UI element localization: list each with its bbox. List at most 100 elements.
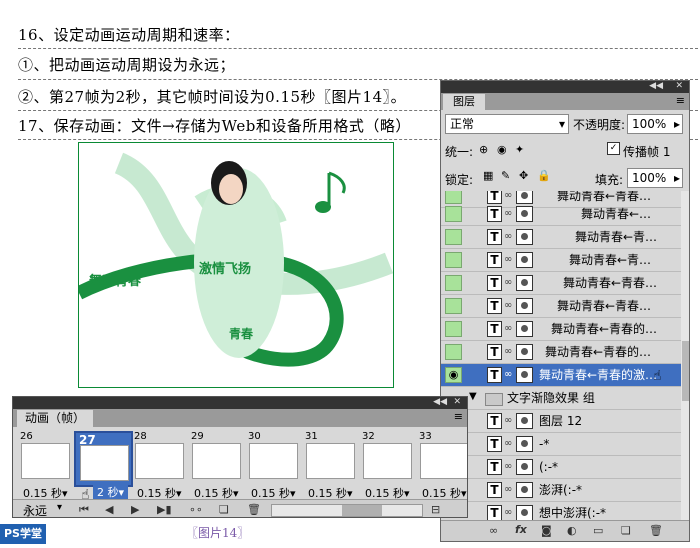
frames-scrollbar[interactable]: [271, 504, 423, 517]
fill-input[interactable]: 100% ▸: [627, 168, 683, 188]
animation-frame[interactable]: 31: [302, 431, 357, 483]
unify-position-icon[interactable]: ⊕: [479, 143, 488, 156]
layers-panel: ◀◀ ✕ 图层 ≡ 正常 ▾ 不透明度: 100% ▸ 统一: ⊕ ◉ ✦ ✓ …: [440, 80, 690, 542]
blend-mode-select[interactable]: 正常 ▾: [445, 114, 569, 134]
lock-move-icon[interactable]: ✥: [519, 169, 528, 182]
close-icon[interactable]: ✕: [675, 81, 683, 91]
animation-frame[interactable]: 29: [188, 431, 243, 483]
animation-frame[interactable]: 33: [416, 431, 467, 483]
layer-row[interactable]: T ∞ 舞动青春←青…: [441, 226, 689, 249]
animation-frame[interactable]: 30: [245, 431, 300, 483]
frame-delay-selected[interactable]: 2 秒▾: [93, 484, 129, 500]
play-icon[interactable]: ▶: [131, 503, 139, 516]
layer-style-icon: [516, 298, 533, 314]
layer-row[interactable]: T ∞ 舞动青春←青春…: [441, 272, 689, 295]
opacity-input[interactable]: 100% ▸: [627, 114, 683, 134]
layer-row[interactable]: T ∞ -*: [441, 433, 689, 456]
animation-frame[interactable]: 28: [131, 431, 186, 483]
layer-style-icon: [516, 482, 533, 498]
new-layer-icon[interactable]: ❏: [621, 524, 631, 537]
panel-menu-icon[interactable]: ≡: [454, 410, 463, 423]
layer-group-row[interactable]: ▼ 文字渐隐效果 组: [441, 387, 689, 410]
layer-name: 想中澎湃(:-*: [539, 506, 607, 520]
chevron-right-icon: ▸: [673, 171, 680, 185]
lock-transparent-icon[interactable]: ▦: [483, 169, 493, 182]
propagate-label: 传播帧 1: [623, 145, 671, 159]
frame-number: 33: [419, 431, 432, 442]
timeline-toggle-icon[interactable]: ⊟: [431, 503, 440, 516]
trash-icon[interactable]: 🗑: [247, 503, 261, 516]
duplicate-frame-icon[interactable]: ❏: [219, 503, 229, 516]
previous-frame-icon[interactable]: ◀: [105, 503, 113, 516]
unify-style-icon[interactable]: ✦: [515, 143, 524, 156]
layer-row[interactable]: T ∞ 舞动青春←青春的…: [441, 341, 689, 364]
animation-frame[interactable]: 32: [359, 431, 414, 483]
visibility-toggle[interactable]: [445, 344, 462, 360]
new-group-icon[interactable]: ▭: [593, 524, 603, 537]
visibility-toggle[interactable]: [445, 252, 462, 268]
visibility-toggle[interactable]: [445, 275, 462, 291]
visibility-toggle[interactable]: [445, 321, 462, 337]
layer-style-icon: [516, 413, 533, 429]
text-layer-icon: T: [487, 436, 502, 452]
panel-titlebar[interactable]: ◀◀ ✕: [441, 81, 689, 93]
layer-row[interactable]: T ∞ 舞动青春←青…: [441, 249, 689, 272]
blend-mode-value: 正常: [450, 117, 475, 131]
panel-titlebar[interactable]: ◀◀ ✕: [13, 397, 467, 409]
layer-row[interactable]: T ∞ 澎湃(:-*: [441, 479, 689, 502]
link-icon: ∞: [504, 369, 513, 380]
layer-row-selected[interactable]: ◉ T ∞ 舞动青春←青春的激… ☝: [441, 364, 689, 387]
panel-menu-icon[interactable]: ≡: [676, 94, 685, 107]
next-frame-icon[interactable]: ▶▮: [157, 503, 172, 516]
text-layer-icon: T: [487, 206, 502, 222]
layer-row[interactable]: T ∞ 舞动青春←…: [441, 203, 689, 226]
tab-layers[interactable]: 图层: [443, 94, 485, 110]
layer-scrollbar[interactable]: [681, 191, 689, 521]
eye-icon[interactable]: ◉: [445, 367, 462, 383]
animation-frame[interactable]: 26: [17, 431, 72, 483]
close-icon[interactable]: ✕: [453, 397, 461, 407]
tab-animation-frames[interactable]: 动画（帧）: [17, 410, 94, 427]
lock-brush-icon[interactable]: ✎: [501, 169, 510, 182]
lock-all-icon[interactable]: 🔒: [537, 169, 551, 182]
collapse-icon[interactable]: ◀◀: [649, 81, 663, 91]
link-icon: ∞: [504, 277, 513, 288]
tween-icon[interactable]: ∘∘: [189, 503, 203, 516]
link-icon: ∞: [504, 191, 513, 201]
layer-row[interactable]: T ∞ (:-*: [441, 456, 689, 479]
fx-icon[interactable]: fx: [515, 523, 527, 536]
visibility-toggle[interactable]: [445, 229, 462, 245]
add-mask-icon[interactable]: ◙: [541, 524, 552, 537]
trash-icon[interactable]: 🗑: [649, 524, 663, 537]
layer-row[interactable]: T ∞ 想中澎湃(:-*: [441, 502, 689, 521]
scrollbar-thumb[interactable]: [682, 341, 689, 401]
expand-arrow-icon[interactable]: ▼: [469, 391, 477, 402]
visibility-toggle[interactable]: [445, 298, 462, 314]
collapse-icon[interactable]: ◀◀: [433, 397, 447, 407]
layer-row[interactable]: T ∞ 舞动青春←青春…: [441, 295, 689, 318]
adjustment-layer-icon[interactable]: ◐: [567, 524, 577, 537]
loop-select[interactable]: 永远: [23, 502, 47, 517]
animation-frame-selected[interactable]: 27: [74, 431, 133, 487]
fill-value: 100%: [632, 171, 667, 185]
unify-visibility-icon[interactable]: ◉: [497, 143, 507, 156]
layer-row[interactable]: T ∞ 图层 12: [441, 410, 689, 433]
visibility-toggle[interactable]: [445, 206, 462, 222]
frame-thumbnail: [420, 443, 467, 479]
frame-number: 28: [134, 431, 147, 442]
link-layers-icon[interactable]: ∞: [489, 524, 498, 537]
chevron-down-icon[interactable]: ▾: [57, 502, 62, 513]
text-layer-icon: T: [487, 229, 502, 245]
layer-row[interactable]: T ∞ 舞动青春←青春的…: [441, 318, 689, 341]
first-frame-icon[interactable]: ⏮: [79, 503, 89, 517]
link-icon: ∞: [504, 300, 513, 311]
propagate-checkbox[interactable]: ✓: [607, 142, 620, 155]
layer-name: 舞动青春←青…: [569, 253, 652, 267]
frame-number: 26: [20, 431, 33, 442]
layer-name: 文字渐隐效果 组: [507, 391, 595, 405]
frame-thumbnail: [135, 443, 184, 479]
lock-label: 锁定:: [445, 173, 474, 187]
frame-thumbnail: [363, 443, 412, 479]
fill-label: 填充:: [595, 173, 624, 187]
scrollbar-thumb[interactable]: [342, 505, 382, 516]
